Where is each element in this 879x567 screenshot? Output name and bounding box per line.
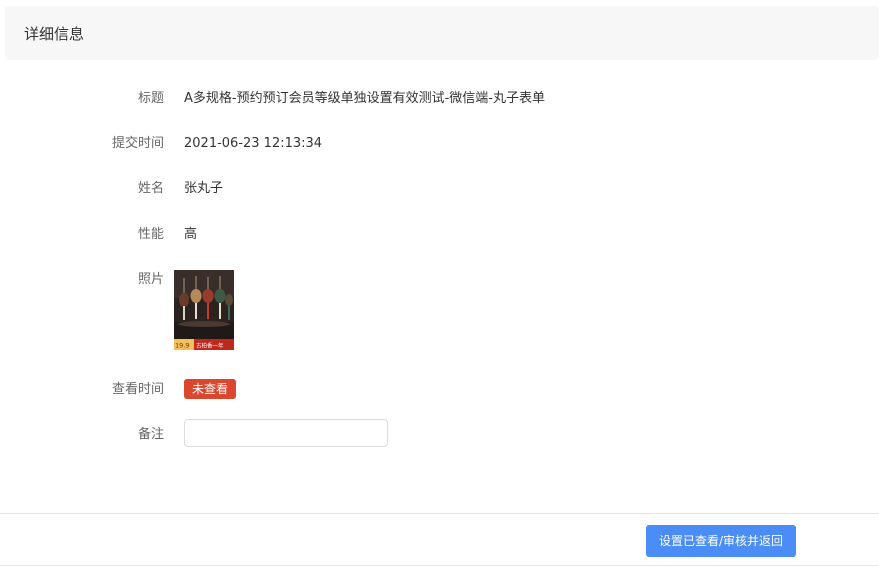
remark-label: 备注 [137, 427, 164, 442]
view-time-label: 查看时间 [111, 382, 164, 397]
page-title: 详细信息 [24, 25, 85, 43]
performance-label: 性能 [137, 227, 164, 242]
detail-page: 详细信息 标题 A多规格-预约预订会员等级单独设置有效测试-微信端-丸子表单 提… [0, 0, 879, 567]
footer-divider [0, 513, 879, 514]
photo-price-text: 19.9 [175, 342, 189, 350]
title-label: 标题 [137, 91, 164, 106]
header-bar: 详细信息 [5, 6, 879, 60]
submit-time-value: 2021-06-23 12:13:34 [184, 136, 323, 151]
photo-thumbnail[interactable]: 19.9 古柏香一年 [174, 270, 234, 350]
submit-time-label: 提交时间 [111, 136, 164, 151]
status-badge: 未查看 [184, 379, 237, 399]
mark-viewed-return-button[interactable]: 设置已查看/审核并返回 [646, 525, 796, 557]
photo-caption-text: 古柏香一年 [196, 342, 224, 350]
name-label: 姓名 [137, 181, 164, 196]
remark-input[interactable] [184, 419, 388, 447]
title-value: A多规格-预约预订会员等级单独设置有效测试-微信端-丸子表单 [184, 91, 545, 106]
photo-label: 照片 [137, 272, 164, 287]
photo-image: 19.9 古柏香一年 [174, 270, 234, 350]
performance-value: 高 [184, 227, 198, 242]
footer-bottom-divider [0, 565, 879, 566]
name-value: 张丸子 [184, 181, 224, 196]
